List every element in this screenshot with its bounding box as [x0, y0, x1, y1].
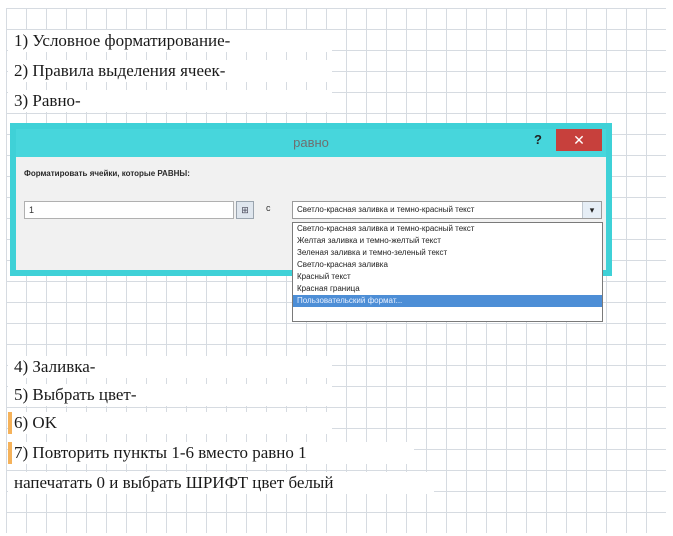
step-4-text: 4) Заливка-	[8, 356, 332, 378]
format-select-value: Светло-красная заливка и темно-красный т…	[297, 205, 475, 214]
value-input[interactable]: 1	[24, 201, 234, 219]
step-2-text: 2) Правила выделения ячеек-	[8, 60, 332, 82]
format-dropdown-list: Светло-красная заливка и темно-красный т…	[292, 222, 603, 322]
format-option[interactable]: Светло-красная заливка	[293, 259, 602, 271]
dialog-title: равно	[16, 129, 606, 157]
format-option[interactable]: Красный текст	[293, 271, 602, 283]
step-7-continued-text: напечатать 0 и выбрать ШРИФТ цвет белый	[8, 472, 434, 494]
format-option-custom[interactable]: Пользовательский формат...	[293, 295, 602, 307]
step-7-text: 7) Повторить пункты 1-6 вместо равно 1	[8, 442, 414, 464]
step-5-text: 5) Выбрать цвет-	[8, 384, 332, 406]
help-icon[interactable]: ?	[528, 129, 548, 151]
with-label: с	[266, 203, 271, 213]
format-option[interactable]: Желтая заливка и темно-желтый текст	[293, 235, 602, 247]
chevron-down-icon[interactable]: ▾	[582, 202, 601, 218]
format-select[interactable]: Светло-красная заливка и темно-красный т…	[292, 201, 602, 219]
close-button[interactable]: ✕	[556, 129, 602, 151]
step-6-text: 6) OK	[8, 412, 332, 434]
cell-reference-icon[interactable]: ⊞	[236, 201, 254, 219]
format-option[interactable]: Светло-красная заливка и темно-красный т…	[293, 223, 602, 235]
step-3-text: 3) Равно-	[8, 90, 332, 112]
format-option[interactable]: Зеленая заливка и темно-зеленый текст	[293, 247, 602, 259]
format-prompt-label: Форматировать ячейки, которые РАВНЫ:	[24, 169, 190, 178]
format-option[interactable]: Красная граница	[293, 283, 602, 295]
step-1-text: 1) Условное форматирование-	[8, 30, 332, 52]
